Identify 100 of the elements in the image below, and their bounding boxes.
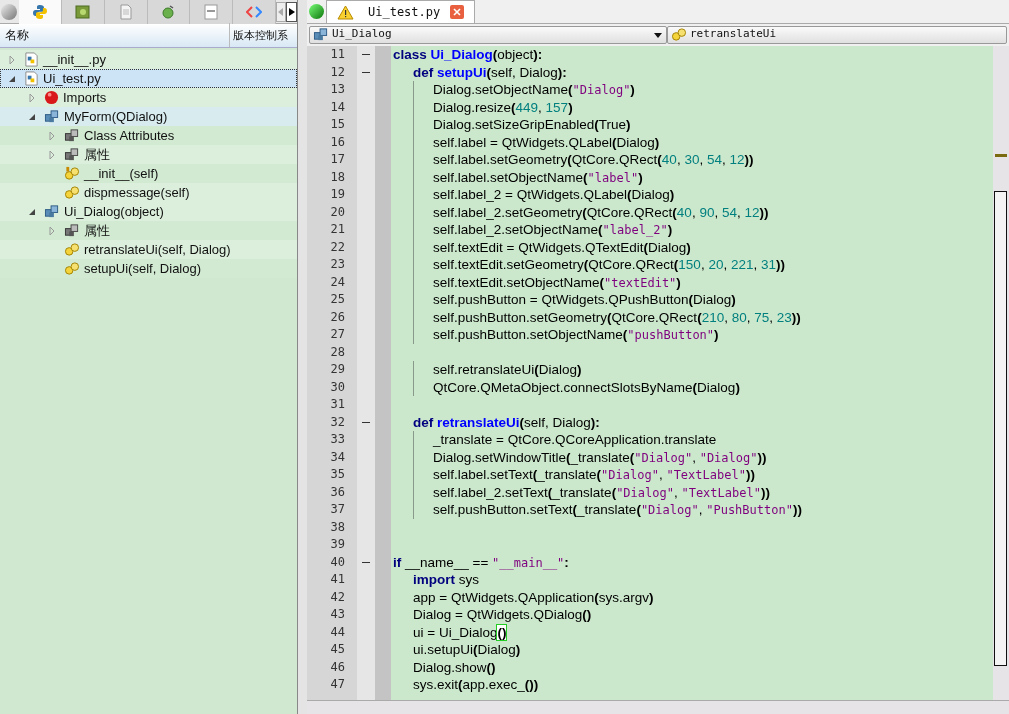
code-line: self.label = QtWidgets.QLabel(Dialog): [433, 135, 660, 149]
line-number: 14: [329, 98, 346, 116]
line-number: 11: [329, 46, 346, 63]
line-number: 25: [329, 291, 346, 308]
fold-marker-icon[interactable]: [362, 54, 370, 56]
line-number: 12: [329, 63, 346, 81]
fold-marker-icon[interactable]: [362, 421, 370, 423]
column-header[interactable]: 版本控制系: [230, 23, 297, 47]
code-line: if __name__ == "__main__":: [393, 555, 569, 569]
line-number: 45: [329, 641, 346, 658]
line-number: 44: [329, 623, 346, 641]
method-icon: [64, 242, 80, 257]
image-icon: [74, 3, 91, 20]
code-line: self.pushButton.setText(_translate("Dialog", "PushButton")): [433, 503, 802, 517]
code-line: Dialog.setObjectName("Dialog"): [433, 83, 635, 97]
line-number: 31: [329, 396, 346, 413]
line-number: 24: [329, 273, 346, 291]
vertical-scrollbar[interactable]: [993, 46, 1009, 700]
python-file-icon: [24, 71, 39, 86]
line-number: 47: [329, 676, 346, 693]
class-icon: [44, 109, 60, 124]
tree-item[interactable]: 属性: [0, 145, 297, 164]
panel-tab[interactable]: [18, 0, 62, 24]
panel-tab[interactable]: [147, 0, 191, 24]
code-line: self.label_2.setObjectName("label_2"): [433, 223, 673, 237]
scroll-left-button[interactable]: [276, 1, 287, 22]
code-line: self.pushButton.setObjectName("pushButton"): [433, 328, 719, 342]
column-header[interactable]: 名称: [0, 23, 230, 47]
close-icon[interactable]: [450, 5, 465, 19]
tree-item[interactable]: MyForm(QDialog): [0, 107, 297, 126]
code-line: Dialog.setSizeGripEnabled(True): [433, 118, 631, 132]
line-number: 40: [329, 553, 346, 571]
scroll-right-button[interactable]: [286, 1, 298, 22]
code-line: class Ui_Dialog(object):: [393, 48, 543, 62]
document-icon: [203, 3, 220, 20]
line-number: 17: [329, 151, 346, 168]
combo-box[interactable]: Ui_Dialog: [309, 25, 667, 44]
line-number: 13: [329, 81, 346, 98]
line-number: 34: [329, 448, 346, 466]
code-line: app = QtWidgets.QApplication(sys.argv): [413, 590, 654, 604]
scrollbar-thumb[interactable]: [994, 191, 1007, 666]
line-number: 19: [329, 186, 346, 203]
line-number: 37: [329, 501, 346, 518]
tree-item[interactable]: Ui_test.py: [0, 69, 297, 88]
code-line: sys.exit(app.exec_()): [413, 678, 539, 692]
tree-item[interactable]: __init__.py: [0, 50, 297, 69]
combo-box[interactable]: retranslateUi: [667, 25, 1007, 44]
code-line: self.textEdit.setObjectName("textEdit"): [433, 275, 681, 289]
method-icon: [64, 185, 80, 200]
tree-item[interactable]: Ui_Dialog(object): [0, 202, 297, 221]
line-number: 32: [329, 413, 346, 431]
code-line: _translate = QtCore.QCoreApplication.translate: [433, 433, 717, 447]
tree-item[interactable]: dispmessage(self): [0, 183, 297, 202]
constructor-icon: [64, 166, 80, 181]
line-number: 38: [329, 518, 346, 536]
code-line: ui.setupUi(Dialog): [413, 643, 521, 657]
left-arrow-icon: [278, 7, 285, 16]
code-line: Dialog.setWindowTitle(_translate("Dialog", "Dialog")): [433, 450, 767, 464]
tree-item[interactable]: Imports: [0, 88, 297, 107]
editor-tab[interactable]: Ui_test.py: [326, 0, 476, 23]
fold-marker-icon[interactable]: [362, 71, 370, 73]
line-number: 28: [329, 343, 346, 361]
line-number: 42: [329, 588, 346, 606]
code-line: self.label.setText(_translate("Dialog", "TextLabel")): [433, 468, 755, 482]
code-line: self.textEdit.setGeometry(QtCore.QRect(150, 20, 221, 31)): [433, 258, 785, 272]
code-line: Dialog.resize(449, 157): [433, 100, 573, 114]
line-number: 22: [329, 238, 346, 256]
line-number: 20: [329, 203, 346, 221]
attributes-icon: [64, 147, 80, 162]
code-line: self.label_2.setText(_translate("Dialog", "TextLabel")): [433, 485, 770, 499]
line-number: 33: [329, 431, 346, 448]
code-line: def retranslateUi(self, Dialog):: [413, 415, 600, 429]
line-number: 43: [329, 606, 346, 623]
code-line: Dialog = QtWidgets.QDialog(): [413, 608, 592, 622]
attributes-icon: [64, 223, 80, 238]
right-arrow-icon: [288, 7, 295, 16]
line-number: 35: [329, 466, 346, 483]
bug-icon: [160, 3, 177, 20]
code-line: self.retranslateUi(Dialog): [433, 363, 582, 377]
page-icon: [117, 3, 134, 20]
line-number: 30: [329, 378, 346, 396]
line-number: 26: [329, 308, 346, 326]
code-line: self.label.setGeometry(QtCore.QRect(40, 30, 54, 12)): [433, 153, 754, 167]
code-line: def setupUi(self, Dialog):: [413, 65, 567, 79]
horizontal-scrollbar[interactable]: [307, 700, 1009, 714]
error-icon: [44, 90, 59, 105]
line-number: 23: [329, 256, 346, 273]
code-line: self.textEdit = QtWidgets.QTextEdit(Dialog): [433, 240, 691, 254]
tree-item[interactable]: retranslateUi(self, Dialog): [0, 240, 297, 259]
line-number: 15: [329, 116, 346, 133]
line-number: 46: [329, 658, 346, 676]
fold-marker-icon[interactable]: [362, 561, 370, 563]
class-icon: [44, 204, 60, 219]
line-number: 29: [329, 361, 346, 378]
line-number: 27: [329, 326, 346, 343]
python-icon: [31, 3, 48, 20]
panel-tab[interactable]: [61, 0, 105, 24]
attributes-icon: [64, 128, 80, 143]
line-number: 18: [329, 168, 346, 186]
code-line: self.label.setObjectName("label"): [433, 170, 643, 184]
